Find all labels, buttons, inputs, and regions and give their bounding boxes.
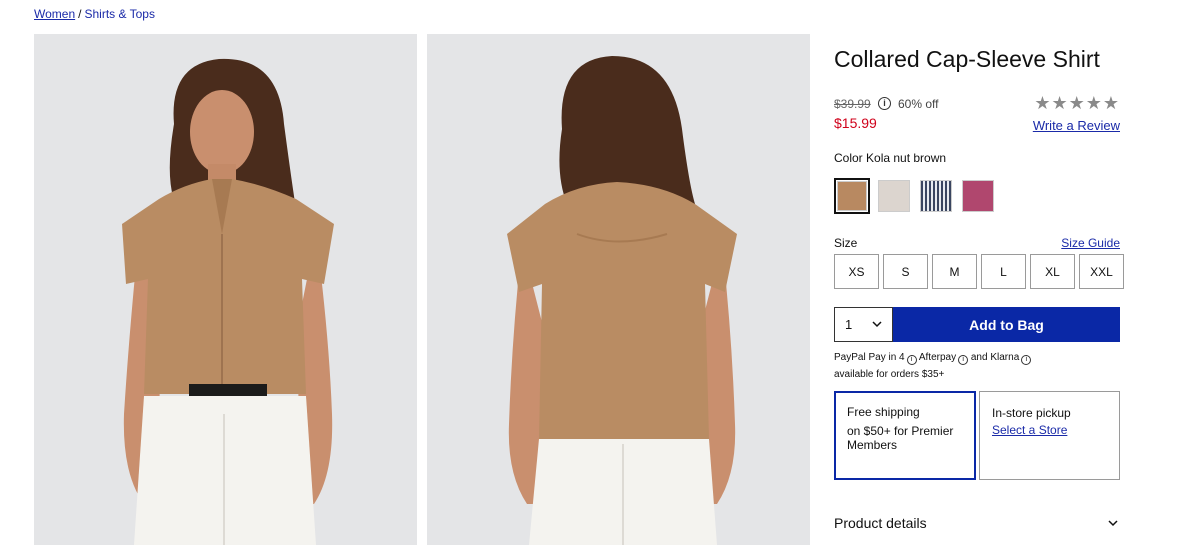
model-back-illustration bbox=[427, 34, 810, 545]
model-front-illustration bbox=[34, 34, 417, 545]
original-price: $39.99 bbox=[834, 97, 871, 111]
size-guide-link[interactable]: Size Guide bbox=[1061, 236, 1120, 250]
product-image-front[interactable] bbox=[34, 34, 417, 545]
klarna-text: Klarna bbox=[990, 352, 1020, 363]
product-details-accordion[interactable]: Product details bbox=[834, 515, 1120, 531]
breadcrumb-separator: / bbox=[78, 7, 82, 21]
quantity-value: 1 bbox=[845, 317, 853, 332]
discount-label: 60% off bbox=[898, 97, 939, 111]
product-info-panel: Collared Cap-Sleeve Shirt $39.99 i 60% o… bbox=[834, 0, 1124, 550]
pay-later-info: PayPal Pay in 4i Afterpay i and Klarna i a… bbox=[834, 349, 1074, 383]
info-icon[interactable]: i bbox=[958, 355, 969, 365]
quantity-select[interactable]: 1 bbox=[834, 307, 893, 342]
in-store-pickup-option[interactable]: In-store pickup Select a Store bbox=[979, 391, 1120, 480]
pickup-title: In-store pickup bbox=[992, 406, 1071, 420]
size-xxl-button[interactable]: XXL bbox=[1079, 254, 1124, 289]
product-image-back[interactable] bbox=[427, 34, 810, 545]
afterpay-text: Afterpay bbox=[918, 352, 957, 363]
write-review-link[interactable]: Write a Review bbox=[1033, 118, 1120, 133]
breadcrumb-shirts-tops[interactable]: Shirts & Tops bbox=[84, 7, 154, 21]
rating-stars: ★★★★★ bbox=[1034, 93, 1120, 113]
swatch-chip bbox=[920, 180, 952, 212]
chevron-down-icon bbox=[1108, 520, 1118, 527]
select-store-link[interactable]: Select a Store bbox=[992, 423, 1067, 437]
and-text: and bbox=[970, 352, 988, 363]
product-details-label: Product details bbox=[834, 515, 927, 531]
swatch-chip bbox=[837, 181, 867, 211]
swatch-chip bbox=[962, 180, 994, 212]
info-icon[interactable]: i bbox=[1021, 355, 1032, 365]
paylater-minimum: available for orders $35+ bbox=[834, 369, 945, 380]
color-label: Color Kola nut brown bbox=[834, 151, 947, 165]
color-swatches bbox=[834, 178, 996, 214]
breadcrumb-women[interactable]: Women bbox=[34, 7, 75, 21]
shipping-title: Free shipping bbox=[847, 405, 920, 419]
swatch-berry[interactable] bbox=[960, 178, 996, 214]
paypal-text: PayPal Pay in 4 bbox=[834, 352, 905, 363]
size-options: XS S M L XL XXL bbox=[834, 254, 1124, 289]
size-m-button[interactable]: M bbox=[932, 254, 977, 289]
swatch-light-taupe[interactable] bbox=[876, 178, 912, 214]
info-icon[interactable]: i bbox=[878, 97, 891, 110]
add-to-bag-button[interactable]: Add to Bag bbox=[893, 307, 1120, 342]
swatch-kola-nut-brown[interactable] bbox=[834, 178, 870, 214]
size-xs-button[interactable]: XS bbox=[834, 254, 879, 289]
shipping-detail: on $50+ for Premier Members bbox=[847, 424, 954, 452]
free-shipping-option[interactable]: Free shipping on $50+ for Premier Member… bbox=[834, 391, 976, 480]
size-s-button[interactable]: S bbox=[883, 254, 928, 289]
size-l-button[interactable]: L bbox=[981, 254, 1026, 289]
sale-price: $15.99 bbox=[834, 115, 877, 131]
info-icon[interactable]: i bbox=[906, 355, 917, 365]
swatch-chip bbox=[878, 180, 910, 212]
breadcrumb: Women / Shirts & Tops bbox=[34, 7, 155, 21]
product-title: Collared Cap-Sleeve Shirt bbox=[834, 46, 1100, 72]
chevron-down-icon bbox=[872, 321, 882, 328]
swatch-blue-stripe[interactable] bbox=[918, 178, 954, 214]
size-xl-button[interactable]: XL bbox=[1030, 254, 1075, 289]
size-label: Size bbox=[834, 236, 858, 250]
